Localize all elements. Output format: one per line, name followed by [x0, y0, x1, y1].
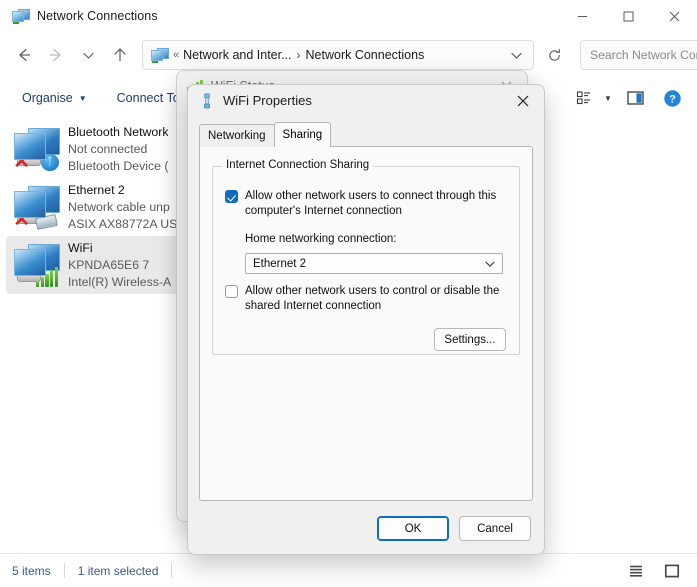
ok-button-label: OK	[404, 522, 422, 535]
address-bar-row: « Network and Inter... › Network Connect…	[0, 36, 697, 74]
preview-pane-button[interactable]	[621, 84, 651, 112]
forward-button[interactable]	[40, 39, 72, 71]
adapter-list[interactable]: ✕ ᛏ Bluetooth Network Not connected Blue…	[0, 120, 186, 553]
breadcrumb-overflow[interactable]: «	[173, 49, 179, 61]
cancel-button-label: Cancel	[477, 522, 513, 535]
home-networking-value: Ethernet 2	[253, 257, 307, 270]
maximize-button[interactable]	[605, 0, 651, 32]
allow-control-checkbox[interactable]	[225, 285, 238, 298]
adapter-name: Bluetooth Network	[68, 124, 169, 139]
list-item[interactable]: ✕ Ethernet 2 Network cable unp ASIX AX88…	[6, 178, 182, 236]
status-divider	[171, 563, 173, 578]
details-view-button[interactable]	[657, 557, 687, 585]
view-options-chevron-down-icon[interactable]: ▼	[601, 94, 615, 103]
chevron-down-icon[interactable]	[503, 42, 529, 68]
adapter-device: Bluetooth Device (	[68, 158, 169, 173]
settings-button[interactable]: Settings...	[434, 328, 506, 351]
refresh-button[interactable]	[538, 39, 570, 71]
search-input[interactable]: Search Network Con...	[580, 40, 697, 70]
home-networking-select[interactable]: Ethernet 2	[245, 253, 503, 274]
status-divider	[63, 563, 65, 578]
adapter-status: Network cable unp	[68, 199, 170, 214]
group-legend: Internet Connection Sharing	[222, 159, 374, 171]
address-network-icon	[151, 47, 169, 63]
up-button[interactable]	[104, 39, 136, 71]
adapter-status: KPNDA65E6 7	[68, 257, 150, 272]
bluetooth-adapter-icon: ✕ ᛏ	[12, 125, 61, 173]
list-view-button[interactable]	[621, 557, 651, 585]
connect-to-label: Connect To	[116, 91, 180, 105]
allow-control-label: Allow other network users to control or …	[245, 285, 500, 312]
tab-networking[interactable]: Networking	[199, 124, 275, 147]
window-title: Network Connections	[37, 9, 158, 23]
allow-connect-checkbox[interactable]	[225, 190, 238, 203]
tab-networking-label: Networking	[208, 130, 266, 142]
breadcrumb-item-0[interactable]: Network and Inter...	[183, 48, 291, 62]
ethernet-adapter-icon: ✕	[12, 183, 61, 231]
allow-connect-label: Allow other network users to connect thr…	[245, 190, 497, 217]
chevron-down-icon: ▼	[78, 93, 87, 103]
selection-count: 1 item selected	[77, 563, 159, 578]
address-bar[interactable]: « Network and Inter... › Network Connect…	[142, 40, 534, 70]
organise-menu-button[interactable]: Organise ▼	[14, 85, 95, 111]
cancel-button[interactable]: Cancel	[459, 516, 531, 541]
back-button[interactable]	[8, 39, 40, 71]
help-button[interactable]: ?	[657, 84, 687, 112]
status-bar: 5 items 1 item selected	[0, 553, 697, 587]
adapter-name: WiFi	[68, 240, 93, 255]
allow-control-checkbox-row[interactable]: Allow other network users to control or …	[225, 284, 501, 313]
ok-button[interactable]: OK	[377, 516, 449, 541]
properties-tabstrip[interactable]: Networking Sharing	[199, 122, 332, 147]
close-button[interactable]	[651, 0, 697, 32]
wifi-properties-dialog[interactable]: WiFi Properties Networking Sharing Inter…	[187, 84, 545, 555]
home-networking-label: Home networking connection:	[245, 233, 397, 245]
network-adapter-icon	[200, 92, 214, 109]
breadcrumb-separator: ›	[296, 48, 301, 62]
adapter-name: Ethernet 2	[68, 182, 125, 197]
title-bar: Network Connections	[0, 0, 697, 32]
window-controls	[559, 0, 697, 32]
sharing-tab-panel: Internet Connection Sharing Allow other …	[199, 146, 533, 501]
allow-connect-checkbox-row[interactable]: Allow other network users to connect thr…	[225, 189, 501, 218]
tab-sharing[interactable]: Sharing	[273, 122, 332, 147]
network-connections-icon	[12, 8, 30, 24]
wifi-adapter-icon	[12, 241, 61, 289]
item-count: 5 items	[12, 563, 51, 578]
chevron-down-icon[interactable]	[484, 258, 496, 270]
adapter-device: Intel(R) Wireless-A	[68, 274, 172, 289]
internet-connection-sharing-group: Internet Connection Sharing Allow other …	[212, 159, 520, 355]
minimize-button[interactable]	[559, 0, 605, 32]
adapter-status: Not connected	[68, 141, 148, 156]
settings-button-label: Settings...	[444, 333, 496, 346]
recent-locations-button[interactable]	[72, 39, 104, 71]
wifi-properties-close-button[interactable]	[502, 85, 544, 116]
view-options-button[interactable]	[569, 84, 599, 112]
organise-label: Organise	[22, 91, 73, 105]
list-item[interactable]: WiFi KPNDA65E6 7 Intel(R) Wireless-A	[6, 236, 182, 294]
wifi-properties-title: WiFi Properties	[223, 93, 312, 108]
search-placeholder: Search Network Con...	[590, 48, 697, 62]
adapter-device: ASIX AX88772A US	[68, 216, 178, 231]
svg-text:?: ?	[669, 93, 676, 105]
list-item[interactable]: ✕ ᛏ Bluetooth Network Not connected Blue…	[6, 120, 182, 178]
tab-sharing-label: Sharing	[282, 129, 323, 141]
properties-dialog-footer: OK Cancel	[377, 516, 531, 541]
breadcrumb-item-1[interactable]: Network Connections	[306, 48, 425, 62]
wifi-properties-title-bar: WiFi Properties	[188, 85, 544, 116]
